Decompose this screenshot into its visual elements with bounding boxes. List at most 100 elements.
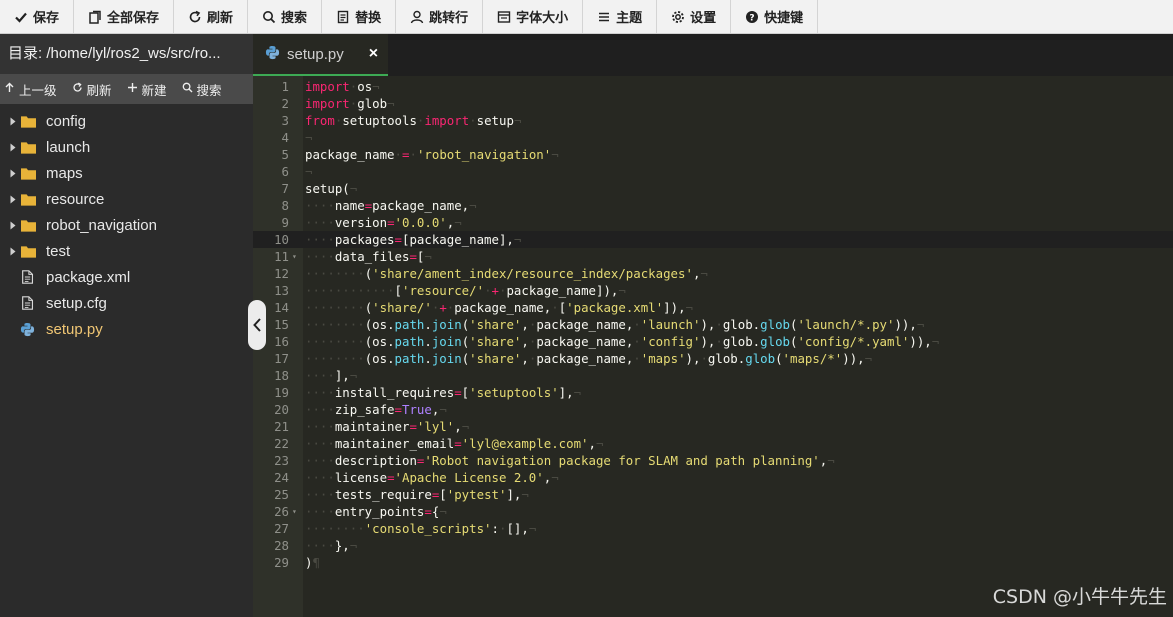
file-item-active[interactable]: setup.py — [0, 316, 253, 342]
line-number: 22 — [274, 436, 289, 451]
code-token: ········ — [305, 266, 365, 281]
window-icon — [497, 10, 511, 24]
collapse-sidebar-handle[interactable] — [248, 300, 266, 350]
code-token: ···· — [305, 368, 335, 383]
search-button[interactable]: 搜索 — [248, 0, 323, 33]
fold-toggle-icon[interactable]: ▾ — [292, 248, 297, 265]
file-item[interactable]: setup.cfg — [0, 290, 253, 316]
svg-text:?: ? — [750, 13, 755, 23]
code-line[interactable]: 29)¶ — [253, 554, 1173, 571]
code-token: · — [551, 300, 559, 315]
code-line[interactable]: 9 ····version='0.0.0',¬ — [253, 214, 1173, 231]
code-line[interactable]: 1 import·os¬ — [253, 78, 1173, 95]
folder-item[interactable]: robot_navigation — [0, 212, 253, 238]
font-size-button[interactable]: 字体大小 — [483, 0, 584, 33]
new-file-button[interactable]: 新建 — [123, 80, 178, 99]
code-token: · — [633, 351, 641, 366]
code-line[interactable]: 5 package_name·=·'robot_navigation'¬ — [253, 146, 1173, 163]
tab-setup-py[interactable]: setup.py × — [253, 34, 388, 76]
code-token: , — [521, 317, 529, 332]
code-token: = — [409, 249, 417, 264]
code-line[interactable]: 26 ▾ ····entry_points={¬ — [253, 503, 1173, 520]
code-line[interactable]: 8 ····name=package_name,¬ — [253, 197, 1173, 214]
code-line[interactable]: 24 ····license='Apache License 2.0',¬ — [253, 469, 1173, 486]
sidebar-refresh-button[interactable]: 刷新 — [68, 80, 123, 99]
theme-button[interactable]: 主题 — [583, 0, 658, 33]
eol-marker: ¬ — [827, 453, 835, 468]
line-number: 2 — [281, 96, 289, 111]
code-text: ········(os.path.join('share',·package_n… — [305, 333, 939, 350]
code-line[interactable]: 13 ············['resource/'·+·package_nam… — [253, 282, 1173, 299]
code-token: import — [305, 96, 350, 111]
code-line[interactable]: 6 ¬ — [253, 163, 1173, 180]
code-token: = — [387, 470, 395, 485]
sidebar-search-button[interactable]: 搜索 — [178, 80, 233, 99]
plus-icon — [127, 82, 138, 96]
folder-item[interactable]: launch — [0, 134, 253, 160]
code-token: )), — [894, 317, 917, 332]
code-line[interactable]: 7 setup(¬ — [253, 180, 1173, 197]
eol-marker: ¬ — [685, 300, 694, 315]
code-line[interactable]: 27 ········'console_scripts':·[],¬ — [253, 520, 1173, 537]
code-text: ····tests_require=['pytest'],¬ — [305, 486, 529, 503]
code-line[interactable]: 4 ¬ — [253, 129, 1173, 146]
file-item[interactable]: package.xml — [0, 264, 253, 290]
code-line[interactable]: 23 ····description='Robot navigation pack… — [253, 452, 1173, 469]
code-line[interactable]: 22 ····maintainer_email='lyl@example.com'… — [253, 435, 1173, 452]
code-line[interactable]: 17 ········(os.path.join('share',·package… — [253, 350, 1173, 367]
folder-item[interactable]: maps — [0, 160, 253, 186]
search-icon — [262, 10, 276, 24]
eol-marker: ¬ — [595, 436, 604, 451]
code-text: ········(os.path.join('share',·package_n… — [305, 316, 924, 333]
code-token: data_files — [334, 249, 410, 264]
refresh-button[interactable]: 刷新 — [174, 0, 249, 33]
settings-button[interactable]: 设置 — [657, 0, 732, 33]
code-editor[interactable]: 1 import·os¬ 2 import·glob¬ 3 from·setuptools… — [253, 76, 1173, 617]
code-line[interactable]: 19 ····install_requires=['setuptools'],¬ — [253, 384, 1173, 401]
watermark: CSDN @小牛牛先生 — [992, 586, 1167, 608]
fold-toggle-icon[interactable]: ▾ — [292, 503, 297, 520]
arrow-up-icon — [4, 82, 15, 96]
code-line[interactable]: 18 ····],¬ — [253, 367, 1173, 384]
code-token: 'resource/' — [402, 283, 485, 298]
code-token: entry_points — [334, 504, 425, 519]
close-tab-icon[interactable]: × — [369, 45, 378, 63]
code-line[interactable]: 11 ▾ ····data_files=[¬ — [253, 248, 1173, 265]
folder-item[interactable]: config — [0, 108, 253, 134]
code-line[interactable]: 10 ····packages=[package_name],¬ — [253, 231, 1173, 248]
code-line[interactable]: 15 ········(os.path.join('share',·package… — [253, 316, 1173, 333]
code-text: ¬ — [305, 129, 312, 146]
code-content[interactable]: 1 import·os¬ 2 import·glob¬ 3 from·setuptools… — [253, 76, 1173, 617]
line-number: 1 — [281, 79, 289, 94]
code-line[interactable]: 20 ····zip_safe=True,¬ — [253, 401, 1173, 418]
code-text: ····name=package_name,¬ — [305, 197, 477, 214]
folder-item[interactable]: test — [0, 238, 253, 264]
goto-line-button[interactable]: 跳转行 — [396, 0, 484, 33]
code-line[interactable]: 14 ········('share/'·+·package_name,·['pa… — [253, 299, 1173, 316]
caret-right-icon — [6, 195, 20, 204]
code-token: 'share/ament_index/resource_index/packag… — [372, 266, 693, 281]
save-button[interactable]: 保存 — [0, 0, 75, 33]
up-level-button[interactable]: 上一级 — [0, 80, 68, 99]
code-token: package_name, — [372, 198, 470, 213]
code-token: = — [454, 436, 462, 451]
code-line[interactable]: 16 ········(os.path.join('share',·package… — [253, 333, 1173, 350]
code-token: = — [424, 504, 432, 519]
code-token: setup — [476, 113, 514, 128]
folder-item[interactable]: resource — [0, 186, 253, 212]
code-token: ········ — [305, 317, 365, 332]
code-token: setup( — [305, 181, 350, 196]
eol-marker: ¬ — [439, 402, 447, 417]
shortcuts-button[interactable]: ? 快捷键 — [731, 0, 819, 33]
code-line[interactable]: 21 ····maintainer='lyl',¬ — [253, 418, 1173, 435]
code-token: join — [431, 351, 462, 366]
code-token: . — [424, 317, 432, 332]
save-all-button[interactable]: 全部保存 — [74, 0, 175, 33]
code-line[interactable]: 3 from·setuptools·import·setup¬ — [253, 112, 1173, 129]
code-line[interactable]: 2 import·glob¬ — [253, 95, 1173, 112]
code-line[interactable]: 28 ····},¬ — [253, 537, 1173, 554]
code-line[interactable]: 25 ····tests_require=['pytest'],¬ — [253, 486, 1173, 503]
code-token: ], — [506, 487, 522, 502]
code-line[interactable]: 12 ········('share/ament_index/resource_i… — [253, 265, 1173, 282]
replace-button[interactable]: 替换 — [322, 0, 397, 33]
